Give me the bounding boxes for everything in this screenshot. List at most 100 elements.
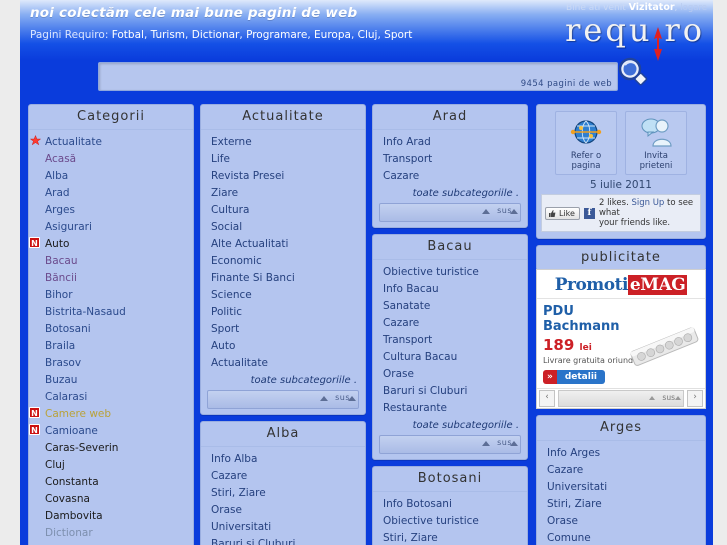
actualitate-item-link[interactable]: Auto (211, 340, 235, 352)
categorii-item-link[interactable]: Buzau (45, 374, 77, 386)
bacau-item-link[interactable]: Transport (383, 334, 432, 346)
bacau-item-link[interactable]: Orase (383, 368, 414, 380)
sus-button-actualitate[interactable]: sus (207, 390, 359, 409)
arad-item-link[interactable]: Info Arad (383, 136, 431, 148)
categorii-item-link[interactable]: Dictionar (45, 527, 93, 539)
alba-item-link[interactable]: Baruri si Cluburi (211, 538, 295, 545)
facebook-like-button[interactable]: Like (545, 206, 580, 220)
subcat-link-actualitate[interactable]: toate subcategoriile . (201, 372, 365, 388)
alba-item-link[interactable]: Stiri, Ziare (211, 487, 266, 499)
alba-item-link[interactable]: Universitati (211, 521, 271, 533)
categorii-item-link[interactable]: Dambovita (45, 510, 103, 522)
actualitate-item-link[interactable]: Economic (211, 255, 262, 267)
categorii-item-link[interactable]: Constanta (45, 476, 99, 488)
alba-item-link[interactable]: Cazare (211, 470, 247, 482)
subcat-link-bacau[interactable]: toate subcategoriile . (373, 417, 527, 433)
actualitate-item-link[interactable]: Alte Actualitati (211, 238, 288, 250)
subcat-link-label[interactable]: toate subcategoriile (413, 188, 513, 199)
subcat-link-label[interactable]: toate subcategoriile (413, 420, 513, 431)
bacau-item-link[interactable]: Baruri si Cluburi (383, 385, 467, 397)
categorii-item-link[interactable]: Băncii (45, 272, 77, 284)
ad-next-button[interactable]: › (687, 390, 703, 407)
arges-item-link[interactable]: Universitati (547, 481, 607, 493)
categorii-item-link[interactable]: Cluj (45, 459, 65, 471)
categorii-item-link[interactable]: Asigurari (45, 221, 92, 233)
nav-link-europa[interactable]: Europa (314, 29, 351, 41)
search-button[interactable] (616, 56, 650, 90)
nav-link-turism[interactable]: Turism (151, 29, 185, 41)
bacau-item-link[interactable]: Obiective turistice (383, 266, 479, 278)
actualitate-item-link[interactable]: Finante Si Banci (211, 272, 295, 284)
arad-item-link[interactable]: Transport (383, 153, 432, 165)
categorii-item-link[interactable]: Arad (45, 187, 70, 199)
categorii-item-link[interactable]: Covasna (45, 493, 90, 505)
nav-link-programare[interactable]: Programare (246, 29, 307, 41)
sus-button-arad[interactable]: sus (379, 203, 521, 222)
list-item: N Camioane (29, 423, 193, 440)
actualitate-item-link[interactable]: Social (211, 221, 242, 233)
ad-prev-button[interactable]: ‹ (539, 390, 555, 407)
arges-item-link[interactable]: Stiri, Ziare (547, 498, 602, 510)
actualitate-item-link[interactable]: Externe (211, 136, 252, 148)
categorii-item-link[interactable]: Brasov (45, 357, 81, 369)
categorii-item-link[interactable]: Camioane (45, 425, 98, 437)
arges-item-link[interactable]: Info Arges (547, 447, 600, 459)
fb-signup-link[interactable]: Sign Up (631, 198, 664, 208)
list-item: Stiri, Ziare (537, 496, 705, 513)
alba-item-link[interactable]: Orase (211, 504, 242, 516)
site-logo[interactable]: requ ro (565, 14, 705, 61)
bacau-item-link[interactable]: Cazare (383, 317, 419, 329)
actualitate-item-link[interactable]: Revista Presei (211, 170, 284, 182)
botosani-item-link[interactable]: Stiri, Ziare (383, 532, 438, 544)
subcat-link-arad[interactable]: toate subcategoriile . (373, 185, 527, 201)
categorii-item-link[interactable]: Alba (45, 170, 68, 182)
categorii-item-link[interactable]: Calarasi (45, 391, 87, 403)
botosani-item-link[interactable]: Obiective turistice (383, 515, 479, 527)
bacau-item-link[interactable]: Cultura Bacau (383, 351, 457, 363)
actualitate-item-link[interactable]: Actualitate (211, 357, 268, 369)
categorii-item-link[interactable]: Acasă (45, 153, 76, 165)
advertisement[interactable]: Promoti eMAG PDU Bachmann 189 lei Livrare… (536, 269, 706, 409)
arges-item-link[interactable]: Cazare (547, 464, 583, 476)
box-title-arad: Arad (373, 105, 527, 130)
actualitate-item-link[interactable]: Life (211, 153, 230, 165)
list-item: Braila (29, 338, 193, 355)
ad-sus-button[interactable]: sus (558, 390, 684, 407)
botosani-item-link[interactable]: Info Botosani (383, 498, 452, 510)
nav-link-cluj[interactable]: Cluj (358, 29, 378, 41)
refer-page-button[interactable]: Refer o pagina (555, 111, 617, 175)
actualitate-item-link[interactable]: Science (211, 289, 252, 301)
invite-friends-button[interactable]: Invita prieteni (625, 111, 687, 175)
nav-link-fotbal[interactable]: Fotbal (112, 29, 144, 41)
arges-item-link[interactable]: Orase (547, 515, 578, 527)
bacau-item-link[interactable]: Restaurante (383, 402, 447, 414)
categorii-item-link[interactable]: Braila (45, 340, 75, 352)
nav-link-sport[interactable]: Sport (384, 29, 412, 41)
ad-brand-part1: Promoti (554, 275, 629, 295)
box-publicitate: publicitate (536, 245, 706, 271)
categorii-item-link[interactable]: Actualitate (45, 136, 102, 148)
subcat-link-label[interactable]: toate subcategoriile (251, 375, 351, 386)
actualitate-item-link[interactable]: Cultura (211, 204, 249, 216)
categorii-item-link[interactable]: Botosani (45, 323, 91, 335)
arges-item-link[interactable]: Comune (547, 532, 591, 544)
ad-details-button[interactable]: » detalii (543, 370, 606, 384)
categorii-item-link[interactable]: Auto (45, 238, 69, 250)
bacau-item-link[interactable]: Sanatate (383, 300, 430, 312)
categorii-item-link[interactable]: Arges (45, 204, 75, 216)
bacau-item-link[interactable]: Info Bacau (383, 283, 439, 295)
categorii-item-link[interactable]: Caras-Severin (45, 442, 118, 454)
categorii-item-link[interactable]: Camere web (45, 408, 111, 420)
sus-button-bacau[interactable]: sus (379, 435, 521, 454)
list-item: Sport (201, 321, 365, 338)
categorii-item-link[interactable]: Bacau (45, 255, 78, 267)
list-item: Info Alba (201, 451, 365, 468)
actualitate-item-link[interactable]: Ziare (211, 187, 238, 199)
actualitate-item-link[interactable]: Politic (211, 306, 242, 318)
alba-item-link[interactable]: Info Alba (211, 453, 257, 465)
actualitate-item-link[interactable]: Sport (211, 323, 239, 335)
categorii-item-link[interactable]: Bistrita-Nasaud (45, 306, 126, 318)
nav-link-dictionar[interactable]: Dictionar (192, 29, 240, 41)
arad-item-link[interactable]: Cazare (383, 170, 419, 182)
categorii-item-link[interactable]: Bihor (45, 289, 73, 301)
